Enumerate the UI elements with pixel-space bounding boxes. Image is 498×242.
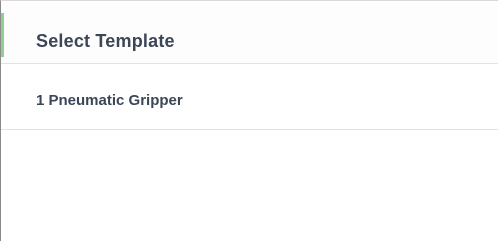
template-list: 1 Pneumatic Gripper xyxy=(1,64,498,130)
panel-header: Select Template xyxy=(1,1,498,64)
select-template-panel: Select Template 1 Pneumatic Gripper xyxy=(0,0,498,242)
template-item-label: 1 Pneumatic Gripper xyxy=(36,92,183,109)
template-item-pneumatic-gripper[interactable]: 1 Pneumatic Gripper xyxy=(1,64,498,130)
panel-title: Select Template xyxy=(36,31,175,51)
header-accent-bar xyxy=(1,13,4,57)
template-list-empty-space xyxy=(1,131,498,242)
